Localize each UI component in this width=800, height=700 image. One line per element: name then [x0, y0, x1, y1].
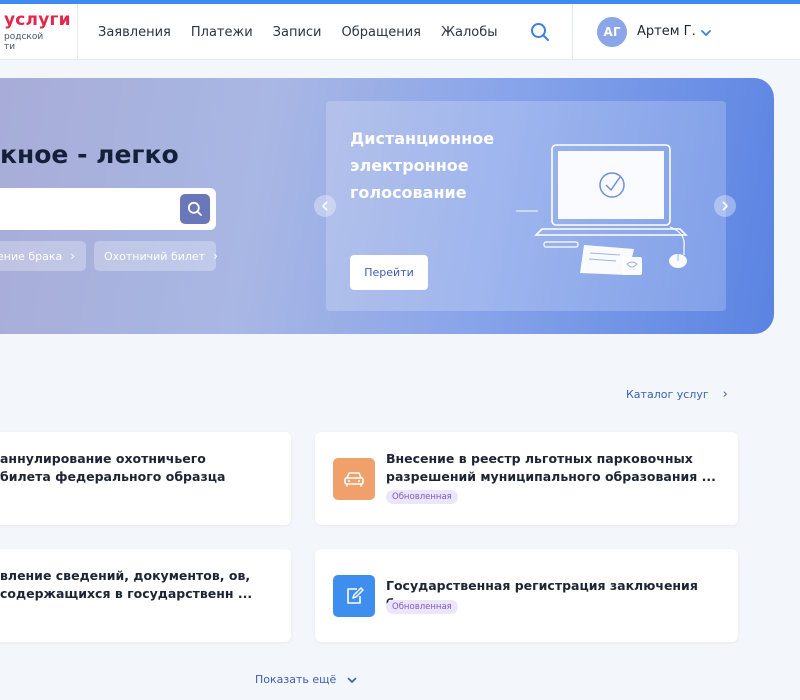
site-header: услуги родской ти Заявления Платежи Запи… — [0, 4, 800, 60]
chevron-left-icon — [322, 201, 328, 211]
hero-banner: кное - легко ление брака › Охотничий бил… — [0, 78, 774, 334]
service-card-title: Внесение в реестр льготных парковочных р… — [386, 451, 716, 484]
promo-title: Дистанционное электронное голосование — [350, 129, 495, 202]
show-more-button[interactable]: Показать ещё — [255, 673, 358, 686]
user-menu[interactable]: АГ Артем Г. — [572, 4, 800, 60]
nav-item-requests[interactable]: Обращения — [342, 25, 421, 40]
search-icon[interactable] — [528, 20, 552, 44]
promo-card: Дистанционное электронное голосование Пе… — [326, 101, 726, 311]
service-card-title: вление сведений, документов, ов, содержа… — [0, 568, 253, 601]
chevron-right-icon: › — [722, 387, 728, 402]
promo-go-button[interactable]: Перейти — [350, 255, 428, 290]
chevron-right-icon: › — [70, 249, 76, 263]
logo-title: услуги — [4, 10, 71, 30]
nav-item-applications[interactable]: Заявления — [98, 25, 171, 40]
carousel-next-button[interactable] — [714, 195, 736, 217]
catalog-link[interactable]: Каталог услуг › — [626, 387, 728, 402]
chevron-down-icon — [699, 25, 713, 39]
user-name: Артем Г. — [637, 24, 696, 39]
hero-title: кное - легко — [0, 140, 179, 169]
quick-chip-hunting-ticket[interactable]: Охотничий билет › — [94, 241, 218, 271]
search-icon — [187, 201, 202, 216]
logo-subtitle: родской ти — [4, 32, 44, 52]
nav-item-complaints[interactable]: Жалобы — [441, 25, 498, 40]
hero-search-button[interactable] — [180, 194, 210, 224]
chevron-right-icon: › — [213, 249, 218, 263]
avatar: АГ — [597, 17, 627, 47]
status-badge: Обновленная — [386, 490, 458, 504]
status-badge: Обновленная — [386, 600, 458, 614]
logo[interactable]: услуги родской ти — [0, 4, 78, 60]
chevron-down-icon — [347, 677, 357, 683]
service-card[interactable]: вление сведений, документов, ов, содержа… — [0, 549, 291, 642]
service-card[interactable]: Государственная регистрация заключения б… — [315, 549, 738, 642]
service-card[interactable]: Внесение в реестр льготных парковочных р… — [315, 432, 738, 525]
service-card[interactable]: аннулирование охотничьего билета федерал… — [0, 432, 291, 525]
nav-item-appointments[interactable]: Записи — [273, 25, 322, 40]
carousel-prev-button[interactable] — [314, 195, 336, 217]
car-icon — [333, 458, 375, 500]
nav-item-payments[interactable]: Платежи — [191, 25, 253, 40]
laptop-vote-illustration — [516, 144, 688, 275]
document-edit-icon — [333, 575, 375, 617]
chevron-right-icon — [722, 201, 728, 211]
quick-chip-marriage[interactable]: ление брака › — [0, 241, 86, 271]
main-nav: Заявления Платежи Записи Обращения Жалоб… — [98, 4, 518, 60]
service-card-title: аннулирование охотничьего билета федерал… — [0, 451, 226, 484]
